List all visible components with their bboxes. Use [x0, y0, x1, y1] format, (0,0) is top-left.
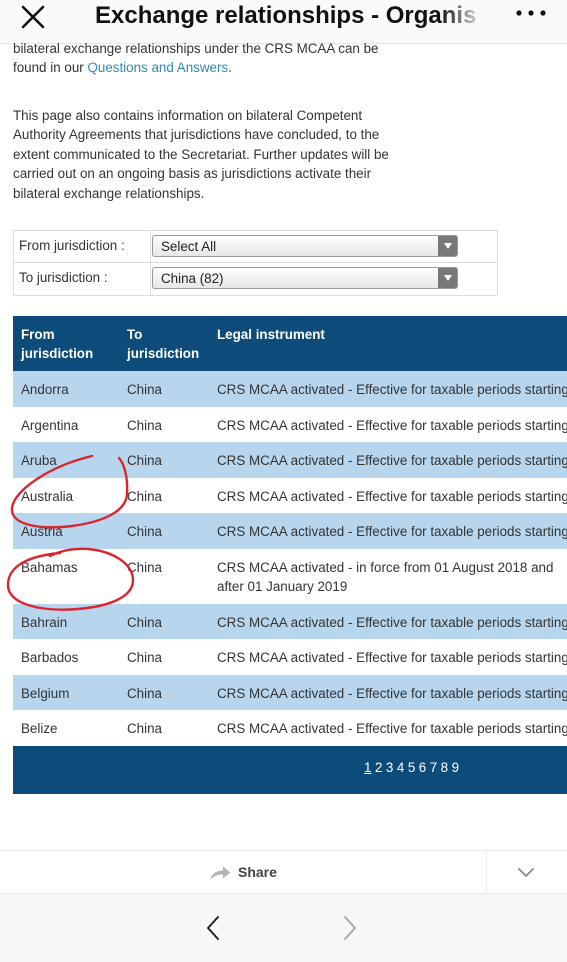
share-label: Share: [238, 864, 277, 880]
from-jurisdiction-value: Select All: [161, 239, 217, 254]
cell-to: China: [127, 614, 162, 630]
cell-instrument: CRS MCAA activated - Effective for taxab…: [217, 488, 567, 504]
cell-to: China: [127, 417, 162, 433]
cell-instrument: CRS MCAA activated - Effective for taxab…: [217, 524, 567, 539]
header-from-line2: jurisdiction: [21, 346, 94, 361]
page-link-2[interactable]: 2: [375, 760, 382, 775]
page-link-4[interactable]: 4: [397, 760, 404, 775]
dropdown-arrow-icon: [438, 236, 457, 256]
table-header: From jurisdiction To jurisdiction Legal …: [13, 316, 567, 371]
cell-from: Belize: [21, 721, 58, 736]
cell-from: Aruba: [21, 453, 57, 468]
share-bar: Share: [0, 850, 567, 895]
page-link-1[interactable]: 1: [364, 760, 371, 775]
cell-to: China: [127, 685, 162, 701]
table-row: Belgium China CRS MCAA activated - Effec…: [13, 674, 567, 710]
table-row: Barbados China CRS MCAA activated - Effe…: [13, 639, 567, 675]
cell-from: Andorra: [21, 382, 69, 397]
questions-answers-link[interactable]: Questions and Answers: [87, 60, 228, 75]
cell-to: China: [127, 382, 162, 397]
pagination: 123456789: [364, 760, 463, 775]
cell-instrument-line2: after 01 January 2019: [217, 579, 348, 594]
cell-instrument: CRS MCAA activated - Effective for taxab…: [217, 382, 567, 397]
exchange-relationships-table: From jurisdiction To jurisdiction Legal …: [13, 316, 567, 794]
cell-to: China: [127, 488, 162, 504]
table-row: Belize China CRS MCAA activated - Effect…: [13, 710, 567, 746]
table-row: Bahamas China CRS MCAA activated - in fo…: [13, 548, 567, 604]
table-row: Bahrain China CRS MCAA activated - Effec…: [13, 603, 567, 639]
cell-from: Australia: [21, 488, 74, 504]
title-fade: [441, 0, 485, 43]
cell-instrument: CRS MCAA activated - in force from 01 Au…: [217, 558, 553, 597]
top-bar: Exchange relationships - Organis: [0, 0, 567, 44]
header-from-line1: From: [21, 327, 55, 342]
table-row: Austria China CRS MCAA activated - Effec…: [13, 513, 567, 549]
cell-from: Belgium: [21, 685, 70, 701]
from-filter-row: From jurisdiction : Select All: [14, 231, 497, 263]
cell-from: Bahamas: [21, 559, 78, 575]
cell-to: China: [127, 650, 162, 665]
header-to-jurisdiction[interactable]: To jurisdiction: [127, 325, 199, 363]
table-row: Argentina China CRS MCAA activated - Eff…: [13, 406, 567, 442]
share-bar-divider: [486, 851, 487, 895]
table-row: Aruba China CRS MCAA activated - Effecti…: [13, 442, 567, 478]
chevron-right-icon[interactable]: [338, 914, 360, 942]
cell-from: Austria: [21, 524, 63, 539]
chevron-left-icon[interactable]: [203, 914, 225, 942]
cell-to: China: [127, 721, 162, 736]
intro-paragraph-1: bilateral exchange relationships under t…: [13, 39, 393, 78]
close-icon[interactable]: [14, 3, 50, 39]
dropdown-arrow-icon: [438, 268, 457, 288]
table-row: Australia China CRS MCAA activated - Eff…: [13, 477, 567, 513]
cell-instrument: CRS MCAA activated - Effective for taxab…: [217, 453, 567, 468]
from-jurisdiction-select[interactable]: Select All: [152, 235, 458, 257]
cell-instrument: CRS MCAA activated - Effective for taxab…: [217, 685, 567, 701]
cell-instrument: CRS MCAA activated - Effective for taxab…: [217, 614, 567, 630]
table-row: Andorra China CRS MCAA activated - Effec…: [13, 371, 567, 407]
from-jurisdiction-label: From jurisdiction :: [19, 238, 125, 253]
cell-from: Barbados: [21, 650, 79, 665]
to-jurisdiction-label: To jurisdiction :: [19, 270, 108, 285]
page-title: Exchange relationships - Organis: [95, 2, 477, 29]
to-jurisdiction-select[interactable]: China (82): [152, 267, 458, 289]
filter-divider: [150, 263, 151, 295]
page-link-9[interactable]: 9: [452, 760, 459, 775]
page-link-3[interactable]: 3: [386, 760, 393, 775]
header-to-line2: jurisdiction: [127, 346, 200, 361]
chevron-down-icon[interactable]: [515, 866, 537, 880]
cell-to: China: [127, 559, 162, 575]
share-arrow-icon: [210, 866, 231, 880]
cell-from: Argentina: [21, 417, 79, 433]
cell-instrument-line1: CRS MCAA activated - in force from 01 Au…: [217, 559, 554, 575]
filter-table: From jurisdiction : Select All To jurisd…: [13, 230, 498, 296]
cell-from: Bahrain: [21, 614, 68, 630]
bottom-navigation: [0, 894, 567, 962]
intro-paragraph-2: This page also contains information on b…: [13, 108, 389, 201]
pagination-bar: 123456789: [13, 745, 567, 794]
cell-instrument: CRS MCAA activated - Effective for taxab…: [217, 721, 567, 736]
cell-to: China: [127, 453, 162, 468]
page-link-5[interactable]: 5: [408, 760, 415, 775]
page-link-8[interactable]: 8: [441, 760, 448, 775]
cell-to: China: [127, 524, 162, 539]
to-jurisdiction-value: China (82): [161, 271, 224, 286]
page-title-container: Exchange relationships - Organis: [95, 0, 485, 43]
page-link-7[interactable]: 7: [430, 760, 437, 775]
header-legal-instrument[interactable]: Legal instrument: [217, 325, 325, 344]
filter-divider: [150, 231, 151, 263]
more-icon[interactable]: [512, 6, 552, 24]
header-from-jurisdiction[interactable]: From jurisdiction: [21, 325, 93, 363]
cell-instrument: CRS MCAA activated - Effective for taxab…: [217, 417, 567, 433]
cell-instrument: CRS MCAA activated - Effective for taxab…: [217, 650, 567, 665]
header-to-line1: To: [127, 327, 143, 342]
to-filter-row: To jurisdiction : China (82): [14, 263, 497, 295]
intro-period: .: [228, 60, 232, 76]
page-link-6[interactable]: 6: [419, 760, 426, 775]
